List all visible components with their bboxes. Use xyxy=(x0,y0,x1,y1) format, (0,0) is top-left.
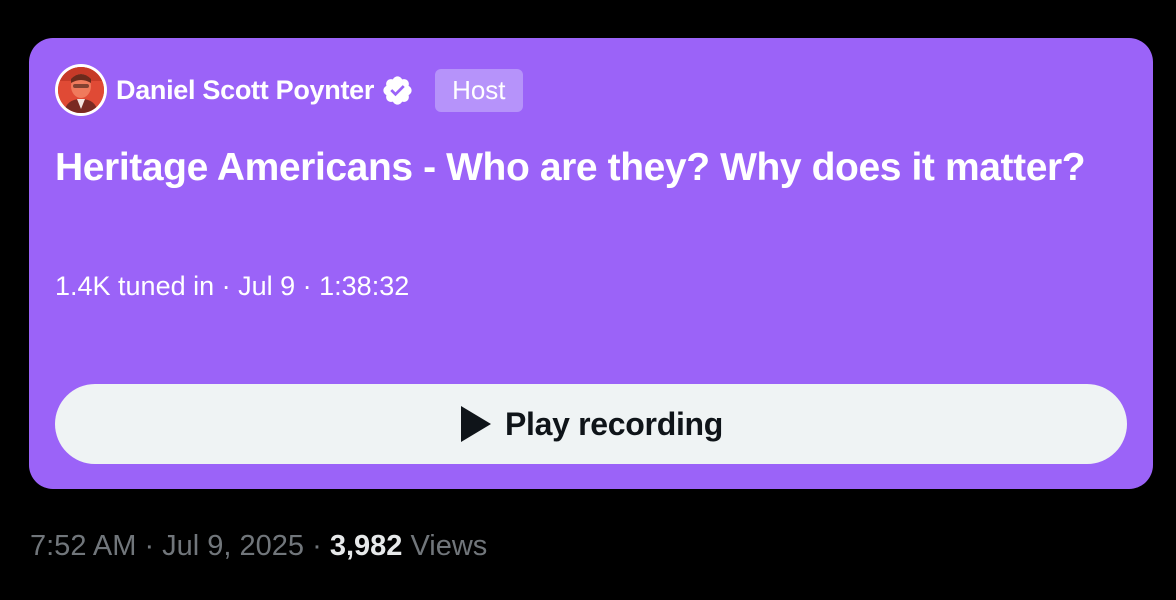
views-label: Views xyxy=(402,530,488,562)
space-meta: 1.4K tuned in · Jul 9 · 1:38:32 xyxy=(55,271,410,301)
play-icon xyxy=(459,404,493,444)
tweet-footer: 7:52 AM · Jul 9, 2025 · 3,982 Views xyxy=(30,530,487,563)
host-row: Daniel Scott Poynter Host xyxy=(55,64,523,116)
host-avatar[interactable] xyxy=(55,64,107,116)
avatar-image xyxy=(58,67,104,113)
play-recording-label: Play recording xyxy=(504,405,724,442)
views-count: 3,982 xyxy=(329,530,403,562)
host-badge: Host xyxy=(435,68,523,112)
tweet-timestamp[interactable]: 7:52 AM · Jul 9, 2025 · xyxy=(30,530,330,562)
host-name[interactable]: Daniel Scott Poynter xyxy=(116,75,374,106)
space-card[interactable]: Daniel Scott Poynter Host Heritage Ameri… xyxy=(29,38,1153,489)
play-recording-button[interactable]: Play recording xyxy=(55,384,1127,464)
verified-badge-icon xyxy=(381,74,414,107)
space-title[interactable]: Heritage Americans - Who are they? Why d… xyxy=(55,142,1125,194)
